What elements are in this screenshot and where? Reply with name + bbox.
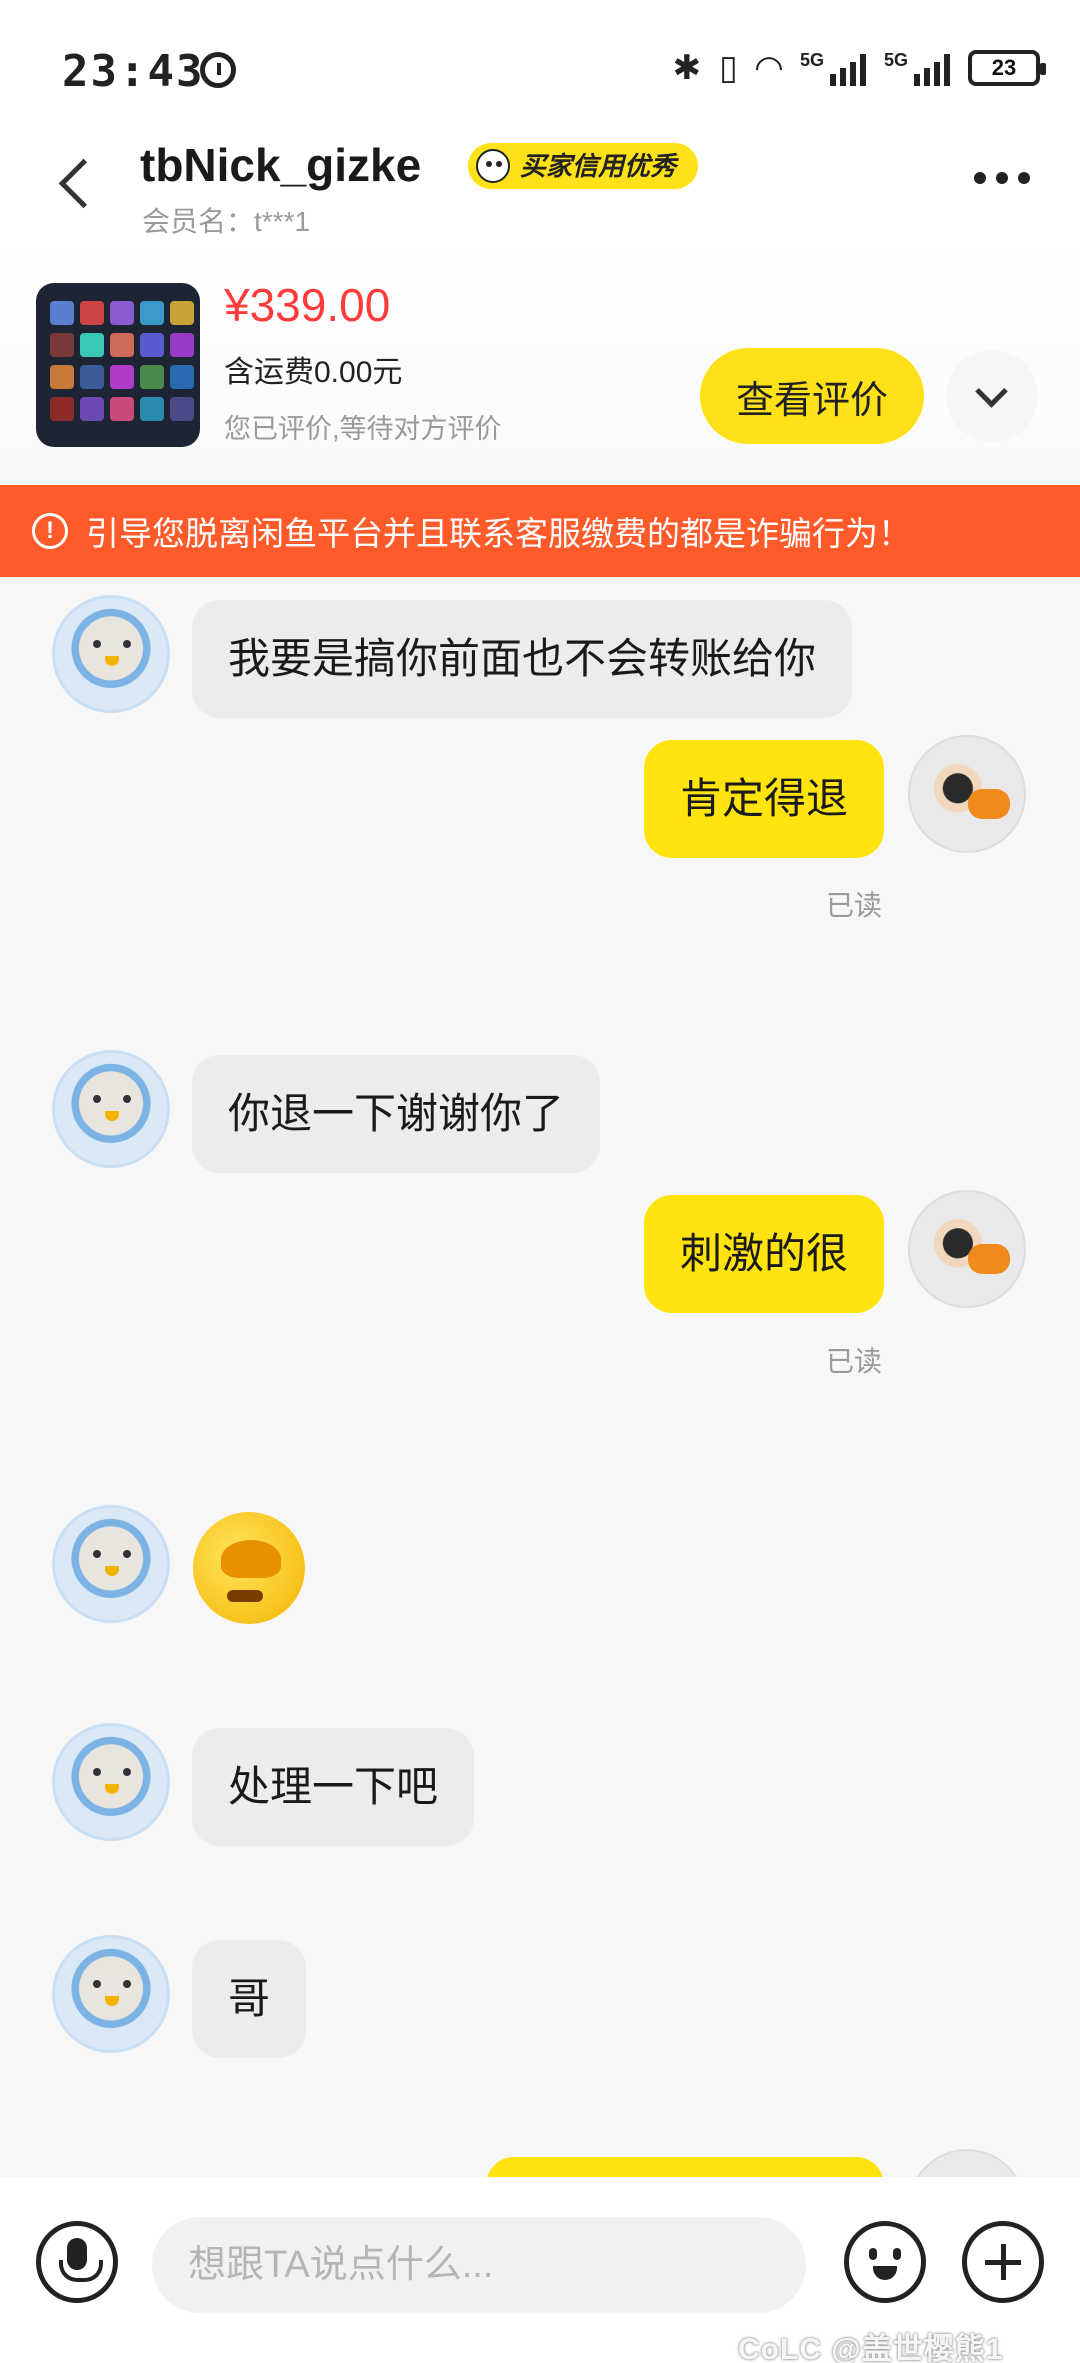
plus-icon[interactable] [962, 2221, 1044, 2303]
message-bubble-sent[interactable]: 肯定得退 [643, 740, 884, 858]
contact-avatar[interactable] [52, 1050, 170, 1168]
message-input[interactable] [152, 2217, 806, 2313]
warning-text: 引导您脱离闲鱼平台并且联系客服缴费的都是诈骗行为！ [86, 515, 911, 552]
contact-nickname: tbNick_gizke [140, 139, 422, 191]
signal-5g-icon: 5G [800, 50, 866, 86]
review-status: 您已评价,等待对方评价 [224, 414, 502, 444]
member-name: 会员名：t***1 [142, 206, 311, 237]
wifi-icon: ◠ [755, 49, 782, 87]
contact-avatar[interactable] [52, 595, 170, 713]
read-receipt: 已读 [826, 890, 883, 921]
message-bubble-received[interactable]: 我要是搞你前面也不会转账给你 [192, 600, 853, 718]
credit-badge-label: 买家信用优秀 [520, 151, 677, 181]
exclamation-icon: ! [32, 513, 68, 549]
emoji-icon[interactable] [844, 2221, 926, 2303]
status-bar: 23:43 ✱ ▯ ◠ 5G 5G 23 [0, 0, 1080, 140]
contact-avatar[interactable] [52, 1505, 170, 1623]
message-bubble-sent-partial[interactable] [486, 2157, 884, 2177]
facepalm-cry-emoji-icon[interactable] [193, 1512, 305, 1624]
my-avatar[interactable] [908, 1190, 1026, 1308]
my-avatar[interactable] [908, 2149, 1026, 2177]
chevron-down-icon[interactable] [946, 350, 1038, 442]
contact-avatar[interactable] [52, 1935, 170, 2053]
signal-5g-icon: 5G [884, 50, 950, 86]
product-thumbnail[interactable] [36, 283, 200, 447]
message-bubble-sent[interactable]: 刺激的很 [643, 1195, 884, 1313]
status-time: 23:43 [62, 46, 205, 97]
message-bubble-received[interactable]: 哥 [192, 1940, 307, 2058]
fish-mascot-icon [476, 149, 510, 183]
bluetooth-icon: ✱ [672, 49, 702, 87]
product-price: ¥339.00 [224, 279, 391, 331]
status-icons: ✱ ▯ ◠ 5G 5G 23 [672, 48, 1046, 88]
fraud-warning-banner: ! 引导您脱离闲鱼平台并且联系客服缴费的都是诈骗行为！ [0, 485, 1080, 577]
chat-header: tbNick_gizke 买家信用优秀 会员名：t***1 [0, 139, 1080, 240]
watermark: CoLC @盖世樱熊1 [738, 2333, 1004, 2363]
contact-avatar[interactable] [52, 1723, 170, 1841]
microphone-icon[interactable] [36, 2221, 118, 2303]
message-list[interactable]: 我要是搞你前面也不会转账给你 肯定得退 已读 你退一下谢谢你了 刺激的很 已读 … [0, 577, 1080, 2177]
product-card[interactable]: ¥339.00 含运费0.00元 您已评价,等待对方评价 查看评价 [0, 240, 1080, 485]
message-bubble-received[interactable]: 处理一下吧 [192, 1728, 475, 1846]
credit-badge[interactable]: 买家信用优秀 [468, 143, 699, 189]
message-bubble-received[interactable]: 你退一下谢谢你了 [192, 1055, 601, 1173]
alarm-icon [200, 52, 236, 88]
back-arrow-icon[interactable] [52, 152, 92, 212]
battery-icon: 23 [968, 50, 1046, 86]
shipping-info: 含运费0.00元 [224, 356, 403, 389]
vibrate-icon: ▯ [719, 49, 738, 87]
view-review-button[interactable]: 查看评价 [700, 348, 924, 444]
more-options-icon[interactable] [974, 172, 1030, 184]
read-receipt: 已读 [826, 1346, 883, 1377]
my-avatar[interactable] [908, 735, 1026, 853]
